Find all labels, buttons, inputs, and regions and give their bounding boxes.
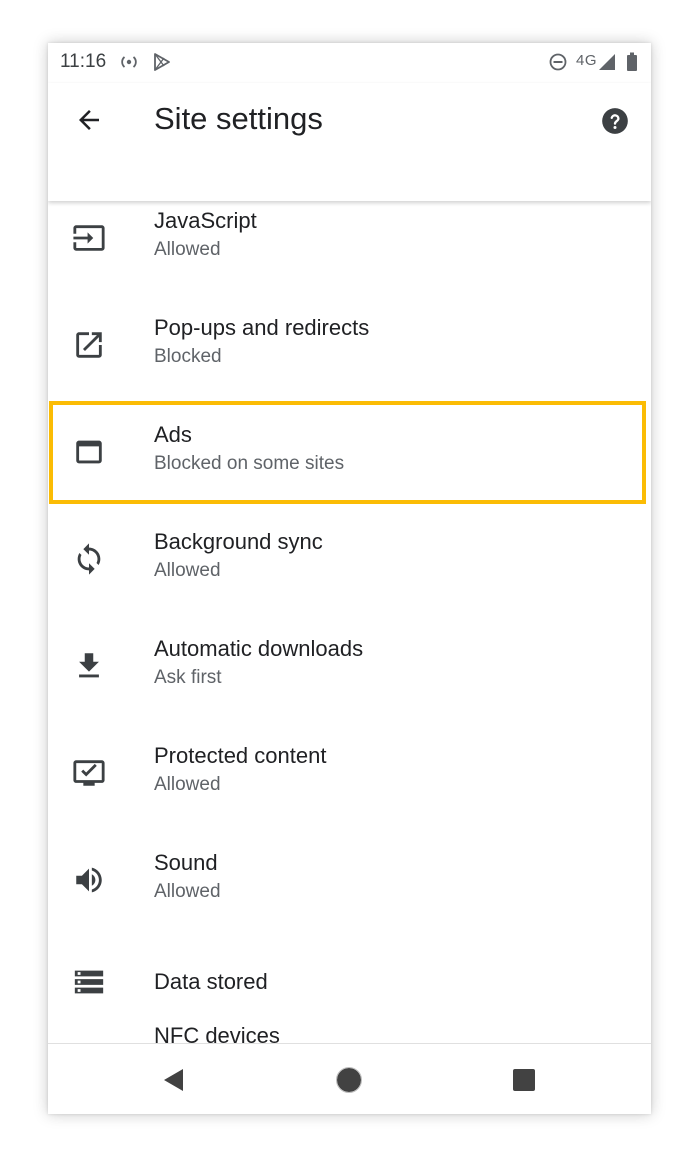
phone-screen: 11:16 4G Site settings JavaScript Allowe… xyxy=(48,43,651,1114)
setting-title: JavaScript xyxy=(154,208,257,233)
setting-nfc-devices[interactable]: NFC devices xyxy=(48,1015,651,1043)
storage-icon xyxy=(72,965,106,999)
sync-icon xyxy=(72,542,106,576)
setting-title: Background sync xyxy=(154,529,323,554)
setting-title: Sound xyxy=(154,850,218,875)
ads-icon xyxy=(72,435,106,469)
battery-icon xyxy=(626,52,638,77)
setting-status: Allowed xyxy=(154,881,221,902)
setting-status: Blocked on some sites xyxy=(154,453,345,474)
setting-background-sync[interactable]: Background sync Allowed xyxy=(48,507,651,614)
protected-content-icon xyxy=(72,756,106,790)
site-settings-list: JavaScript Allowed Pop-ups and redirects… xyxy=(48,161,651,1043)
status-bar: 11:16 4G xyxy=(48,43,651,83)
setting-protected-content[interactable]: Protected content Allowed xyxy=(48,721,651,828)
download-icon xyxy=(72,649,106,683)
setting-status: Allowed xyxy=(154,239,221,260)
page-title: Site settings xyxy=(154,101,323,136)
setting-title: Automatic downloads xyxy=(154,636,364,661)
navigation-bar xyxy=(48,1043,651,1114)
do-not-disturb-icon xyxy=(548,52,568,77)
play-store-icon xyxy=(152,52,172,77)
setting-status: Blocked xyxy=(154,346,222,367)
setting-title: Ads xyxy=(154,422,192,447)
javascript-icon xyxy=(72,221,106,255)
setting-sound[interactable]: Sound Allowed xyxy=(48,828,651,935)
back-triangle-icon[interactable] xyxy=(160,1066,188,1094)
recents-square-icon[interactable] xyxy=(510,1066,538,1094)
open-in-new-icon xyxy=(72,328,106,362)
arrow-back-icon[interactable] xyxy=(74,105,104,135)
help-icon[interactable] xyxy=(601,107,629,135)
setting-title: Data stored xyxy=(154,969,268,994)
app-bar: Site settings xyxy=(48,83,651,201)
setting-title: NFC devices xyxy=(154,1023,280,1043)
setting-status: Allowed xyxy=(154,560,221,581)
setting-automatic-downloads[interactable]: Automatic downloads Ask first xyxy=(48,614,651,721)
hotspot-icon xyxy=(118,52,140,77)
setting-status: Allowed xyxy=(154,774,221,795)
home-circle-icon[interactable] xyxy=(335,1066,363,1094)
setting-popups-redirects[interactable]: Pop-ups and redirects Blocked xyxy=(48,293,651,400)
setting-title: Pop-ups and redirects xyxy=(154,315,370,340)
setting-ads[interactable]: Ads Blocked on some sites xyxy=(48,400,651,507)
setting-title: Protected content xyxy=(154,743,327,768)
network-type: 4G xyxy=(576,52,598,69)
signal-icon xyxy=(598,52,616,77)
setting-status: Ask first xyxy=(154,667,222,688)
status-time: 11:16 xyxy=(60,51,107,72)
nfc-icon xyxy=(72,1033,106,1043)
setting-javascript[interactable]: JavaScript Allowed xyxy=(48,186,651,293)
volume-icon xyxy=(72,863,106,897)
